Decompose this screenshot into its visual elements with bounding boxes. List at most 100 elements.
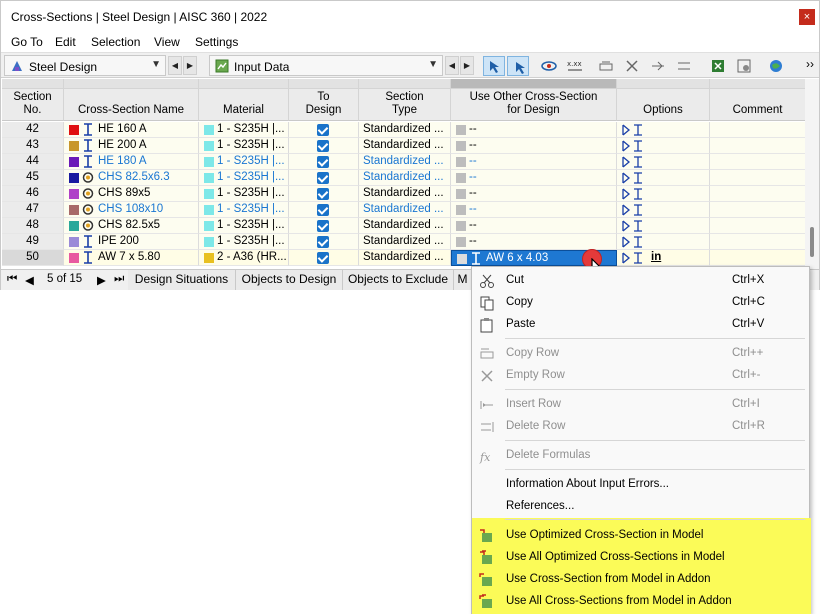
menu-selection[interactable]: Selection xyxy=(91,35,140,49)
col-comment[interactable]: Comment xyxy=(710,79,806,121)
material-cell[interactable]: 1 - S235H |... xyxy=(199,138,289,154)
menu-use-optimized[interactable]: Use Optimized Cross-Section in Model xyxy=(473,525,808,547)
options-cell[interactable] xyxy=(617,202,710,218)
prev-module-button[interactable]: ◀ xyxy=(168,56,182,75)
use-other-section-cell[interactable]: -- xyxy=(451,122,617,138)
tab-design-situations[interactable]: Design Situations xyxy=(128,270,236,290)
menu-use-all-from-model[interactable]: Use All Cross-Sections from Model in Add… xyxy=(473,591,808,613)
comment-cell[interactable] xyxy=(710,218,806,234)
to-design-cell[interactable] xyxy=(289,202,359,218)
options-cell[interactable] xyxy=(617,138,710,154)
col-cross-section-name[interactable]: Cross-Section Name xyxy=(64,79,199,121)
comment-cell[interactable] xyxy=(710,250,806,266)
tab-more[interactable]: M xyxy=(454,270,472,290)
col-section-type[interactable]: Section Type xyxy=(359,79,451,121)
menu-view[interactable]: View xyxy=(154,35,180,49)
cross-section-name-cell[interactable]: HE 160 A xyxy=(64,122,199,138)
tab-objects-to-design[interactable]: Objects to Design xyxy=(236,270,343,290)
table-settings-icon[interactable] xyxy=(733,56,755,76)
table-row[interactable]: 48 CHS 82.5x5 1 - S235H |... Standardized .… xyxy=(2,218,811,234)
menu-delete-formulas[interactable]: fx Delete Formulas xyxy=(473,445,808,467)
to-design-checkbox[interactable] xyxy=(317,220,329,232)
use-other-section-cell[interactable]: -- xyxy=(451,234,617,250)
section-type-cell[interactable]: Standardized ... xyxy=(359,234,451,250)
to-design-checkbox[interactable] xyxy=(317,252,329,264)
view-icon[interactable] xyxy=(537,56,559,76)
insert-row-icon[interactable] xyxy=(647,56,669,76)
section-type-cell[interactable]: Standardized ... xyxy=(359,122,451,138)
select-in-model-icon[interactable] xyxy=(483,56,505,76)
comment-cell[interactable] xyxy=(710,138,806,154)
menu-edit[interactable]: Edit xyxy=(55,35,76,49)
table-row[interactable]: 50 AW 7 x 5.80 2 - A36 (HR... Standardized … xyxy=(2,250,811,266)
cross-section-name-cell[interactable]: AW 7 x 5.80 xyxy=(64,250,199,266)
menu-info-input-errors[interactable]: Information About Input Errors... xyxy=(473,474,808,496)
material-cell[interactable]: 1 - S235H |... xyxy=(199,122,289,138)
section-type-cell[interactable]: Standardized ... xyxy=(359,218,451,234)
menu-paste[interactable]: Paste Ctrl+V xyxy=(473,314,808,336)
to-design-checkbox[interactable] xyxy=(317,172,329,184)
menu-cut[interactable]: Cut Ctrl+X xyxy=(473,270,808,292)
section-type-cell[interactable]: Standardized ... xyxy=(359,138,451,154)
to-design-checkbox[interactable] xyxy=(317,188,329,200)
section-type-cell[interactable]: Standardized ... xyxy=(359,170,451,186)
to-design-checkbox[interactable] xyxy=(317,236,329,248)
use-other-section-cell[interactable]: -- xyxy=(451,186,617,202)
menu-insert-row[interactable]: Insert Row Ctrl+I xyxy=(473,394,808,416)
comment-cell[interactable] xyxy=(710,122,806,138)
menu-use-from-model[interactable]: Use Cross-Section from Model in Addon xyxy=(473,569,808,591)
col-material[interactable]: Material xyxy=(199,79,289,121)
material-cell[interactable]: 1 - S235H |... xyxy=(199,234,289,250)
use-other-section-cell[interactable]: -- xyxy=(451,202,617,218)
table-row[interactable]: 46 CHS 89x5 1 - S235H |... Standardized ...… xyxy=(2,186,811,202)
vertical-scrollbar[interactable] xyxy=(805,79,819,269)
col-options[interactable]: Options xyxy=(617,79,710,121)
next-page-button[interactable]: ▶ xyxy=(97,273,106,287)
table-row[interactable]: 47 CHS 108x10 1 - S235H |... Standardized .… xyxy=(2,202,811,218)
menu-settings[interactable]: Settings xyxy=(195,35,238,49)
comment-cell[interactable] xyxy=(710,154,806,170)
table-row[interactable]: 45 CHS 82.5x6.3 1 - S235H |... Standardized… xyxy=(2,170,811,186)
section-type-cell[interactable]: Standardized ... xyxy=(359,154,451,170)
material-cell[interactable]: 1 - S235H |... xyxy=(199,170,289,186)
options-cell[interactable] xyxy=(617,122,710,138)
next-module-button[interactable]: ▶ xyxy=(183,56,197,75)
col-section-no[interactable]: Section No. xyxy=(2,79,64,121)
to-design-cell[interactable] xyxy=(289,170,359,186)
empty-row-icon[interactable] xyxy=(621,56,643,76)
options-cell[interactable] xyxy=(617,186,710,202)
comment-cell[interactable] xyxy=(710,234,806,250)
to-design-checkbox[interactable] xyxy=(317,140,329,152)
module-select[interactable]: Steel Design ▼ xyxy=(4,55,166,76)
use-other-section-cell[interactable]: -- xyxy=(451,170,617,186)
use-other-section-cell[interactable]: -- xyxy=(451,218,617,234)
to-design-cell[interactable] xyxy=(289,122,359,138)
delete-row-icon[interactable] xyxy=(673,56,695,76)
table-select[interactable]: Input Data ▼ xyxy=(209,55,443,76)
web-help-icon[interactable] xyxy=(765,56,787,76)
menu-go-to[interactable]: Go To xyxy=(11,35,43,49)
cross-section-name-cell[interactable]: CHS 108x10 xyxy=(64,202,199,218)
menu-delete-row[interactable]: Delete Row Ctrl+R xyxy=(473,416,808,438)
cross-section-name-cell[interactable]: IPE 200 xyxy=(64,234,199,250)
cross-section-name-cell[interactable]: HE 180 A xyxy=(64,154,199,170)
to-design-checkbox[interactable] xyxy=(317,204,329,216)
to-design-cell[interactable] xyxy=(289,250,359,266)
cross-section-name-cell[interactable]: HE 200 A xyxy=(64,138,199,154)
table-row[interactable]: 49 IPE 200 1 - S235H |... Standardized ... -… xyxy=(2,234,811,250)
table-row[interactable]: 43 HE 200 A 1 - S235H |... Standardized ...… xyxy=(2,138,811,154)
menu-use-all-optimized[interactable]: Use All Optimized Cross-Sections in Mode… xyxy=(473,547,808,569)
menu-copy[interactable]: Copy Ctrl+C xyxy=(473,292,808,314)
material-cell[interactable]: 1 - S235H |... xyxy=(199,154,289,170)
comment-cell[interactable] xyxy=(710,202,806,218)
material-cell[interactable]: 1 - S235H |... xyxy=(199,186,289,202)
menu-empty-row[interactable]: Empty Row Ctrl+- xyxy=(473,365,808,387)
next-table-button[interactable]: ▶ xyxy=(460,56,474,75)
options-cell[interactable] xyxy=(617,170,710,186)
menu-copy-row[interactable]: Copy Row Ctrl++ xyxy=(473,343,808,365)
comment-cell[interactable] xyxy=(710,186,806,202)
col-use-other-cross-section[interactable]: Use Other Cross-Section for Design xyxy=(451,79,617,121)
table-row[interactable]: 44 HE 180 A 1 - S235H |... Standardized ...… xyxy=(2,154,811,170)
section-type-cell[interactable]: Standardized ... xyxy=(359,250,451,266)
first-page-button[interactable]: ⏮ xyxy=(7,273,17,286)
